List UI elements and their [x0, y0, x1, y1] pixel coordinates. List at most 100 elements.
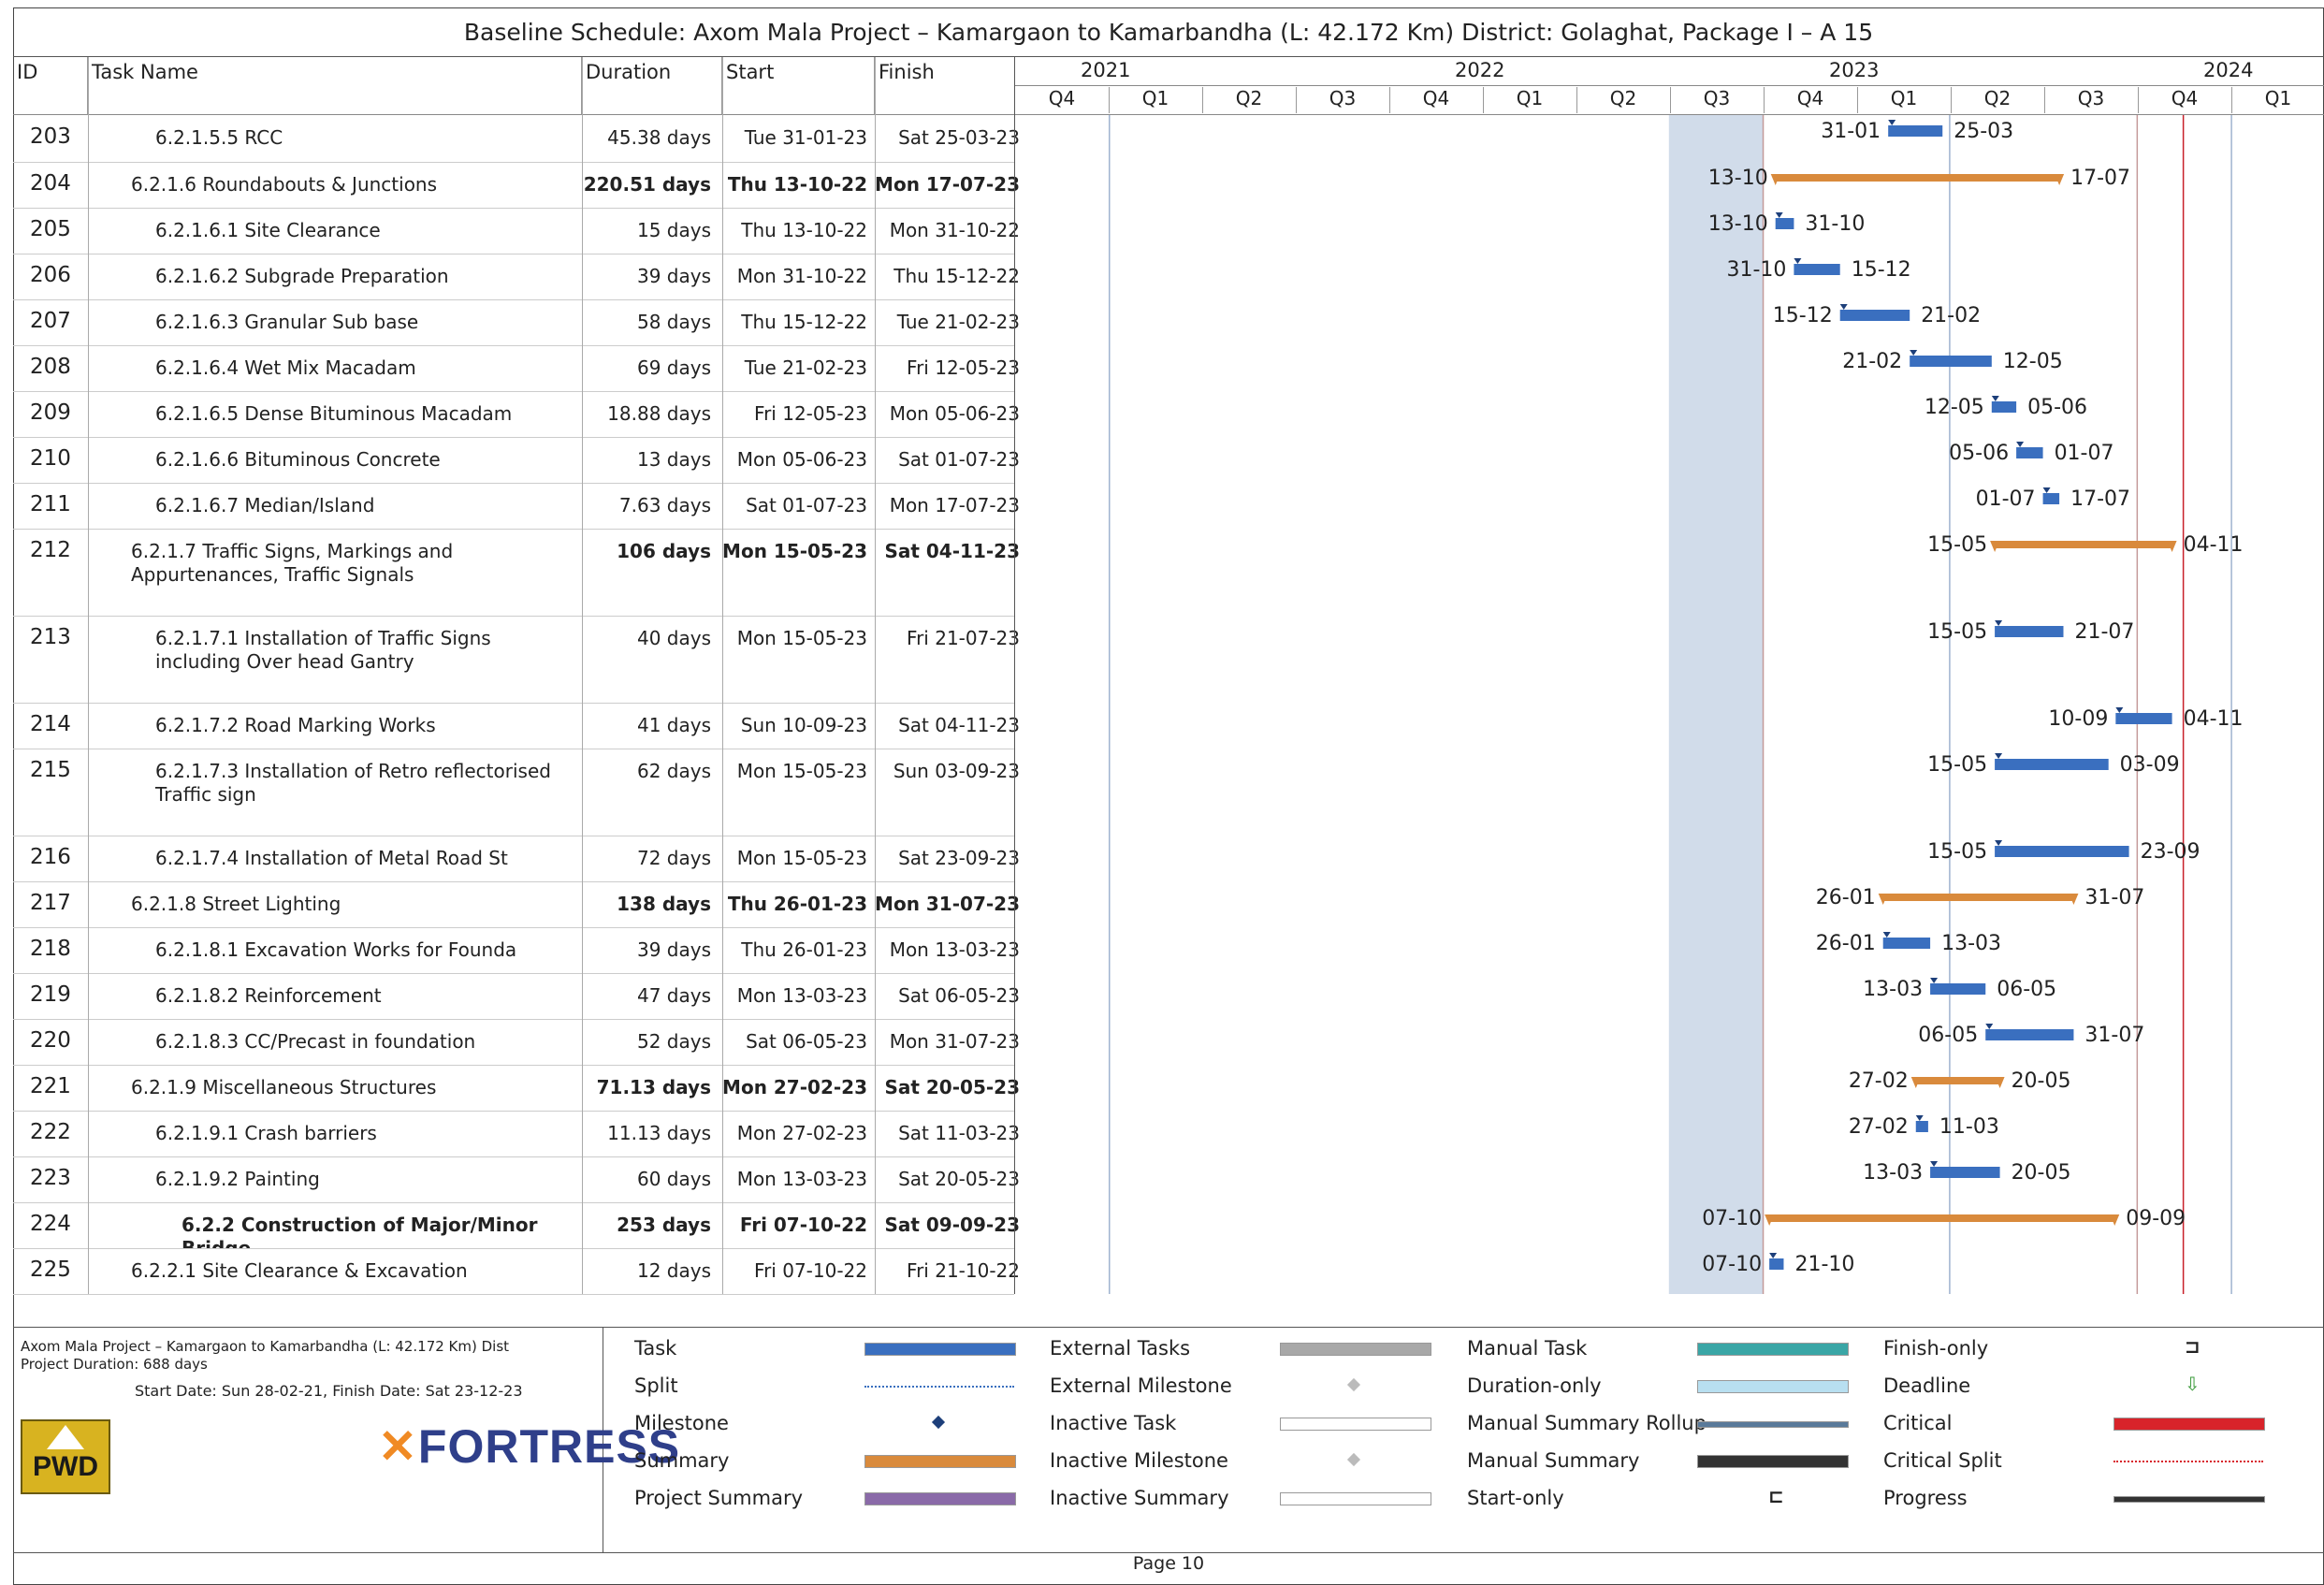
table-row[interactable]: 222 6.2.1.9.1 Crash barriers 11.13 days Mon… — [13, 1111, 1020, 1157]
bar-start-label: 13-03 — [1863, 1161, 1923, 1185]
legend-swatch-project-summary — [864, 1492, 1016, 1505]
task-start: Thu 13-10-22 — [727, 173, 867, 196]
legend-label: Milestone — [634, 1412, 729, 1434]
legend-label: Duration-only — [1467, 1374, 1602, 1397]
dependency-arrow — [1991, 396, 1999, 401]
column-header-start[interactable]: Start — [722, 57, 875, 115]
task-start: Thu 15-12-22 — [741, 311, 867, 333]
bar-finish-label: 17-07 — [2070, 487, 2130, 511]
task-duration: 52 days — [636, 1030, 711, 1053]
task-duration: 60 days — [636, 1168, 711, 1190]
task-bar — [1839, 310, 1910, 321]
task-finish: Mon 05-06-23 — [889, 402, 1020, 425]
legend-label: External Milestone — [1050, 1374, 1232, 1397]
pwd-logo-text: PWD — [33, 1451, 98, 1482]
bar-start-label: 15-05 — [1927, 620, 1987, 644]
project-info: Axom Mala Project – Kamargaon to Kamarba… — [13, 1328, 679, 1552]
column-header-duration[interactable]: Duration — [582, 57, 722, 115]
table-row[interactable]: 219 6.2.1.8.2 Reinforcement 47 days Mon 13-… — [13, 973, 1020, 1020]
legend-label: Project Summary — [634, 1487, 804, 1509]
table-row[interactable]: 221 6.2.1.9 Miscellaneous Structures 71.13… — [13, 1065, 1020, 1112]
task-name: 6.2.1.9.1 Crash barriers — [155, 1122, 377, 1144]
task-name: 6.2.1.6.2 Subgrade Preparation — [155, 265, 449, 287]
task-duration: 7.63 days — [618, 494, 711, 516]
table-row[interactable]: 215 6.2.1.7.3 Installation of Retro refle… — [13, 749, 1020, 836]
table-row[interactable]: 207 6.2.1.6.3 Granular Sub base 58 days Thu… — [13, 299, 1020, 346]
task-name: 6.2.1.6 Roundabouts & Junctions — [131, 173, 438, 196]
task-table: ID Task Name Duration Start Finish 203 6.… — [13, 57, 1020, 1295]
task-start: Sun 10-09-23 — [740, 714, 867, 736]
task-name: 6.2.2 Construction of Major/Minor Bridge — [182, 1214, 538, 1248]
project-dates: Start Date: Sun 28-02-21, Finish Date: S… — [135, 1382, 523, 1400]
table-row[interactable]: 208 6.2.1.6.4 Wet Mix Macadam 69 days Tue 2… — [13, 345, 1020, 392]
task-start: Mon 27-02-23 — [736, 1122, 867, 1144]
column-divider — [582, 57, 583, 1294]
dependency-arrow — [2115, 707, 2124, 713]
bar-start-label: 15-12 — [1773, 304, 1833, 327]
dependency-arrow — [1985, 1024, 1994, 1029]
task-duration: 12 days — [636, 1259, 711, 1282]
column-header-finish[interactable]: Finish — [875, 57, 1014, 115]
table-row[interactable]: 210 6.2.1.6.6 Bituminous Concrete 13 days M… — [13, 437, 1020, 484]
table-row[interactable]: 217 6.2.1.8 Street Lighting 138 days Thu 26… — [13, 881, 1020, 928]
table-row[interactable]: 204 6.2.1.6 Roundabouts & Junctions 220.51… — [13, 162, 1020, 209]
task-start: Mon 15-05-23 — [736, 760, 867, 782]
table-row[interactable]: 214 6.2.1.7.2 Road Marking Works 41 days Su… — [13, 703, 1020, 749]
task-start: Mon 13-03-23 — [736, 1168, 867, 1190]
task-id: 204 — [30, 171, 71, 196]
bar-finish-label: 21-07 — [2074, 620, 2134, 644]
task-duration: 220.51 days — [583, 173, 711, 196]
task-finish: Sat 25-03-23 — [898, 126, 1020, 149]
table-row[interactable]: 211 6.2.1.6.7 Median/Island 7.63 days Sat 0… — [13, 483, 1020, 530]
task-start: Mon 15-05-23 — [736, 627, 867, 649]
table-row[interactable]: 205 6.2.1.6.1 Site Clearance 15 days Thu 13… — [13, 208, 1020, 254]
task-finish: Fri 21-10-22 — [907, 1259, 1020, 1282]
legend-swatch-manual-summary — [1697, 1455, 1849, 1468]
task-finish: Sat 04-11-23 — [898, 714, 1020, 736]
task-bar — [1930, 983, 1986, 995]
bar-start-label: 31-10 — [1726, 258, 1786, 282]
table-row[interactable]: 213 6.2.1.7.1 Installation of Traffic Sig… — [13, 616, 1020, 704]
task-id: 216 — [30, 845, 71, 869]
table-row[interactable]: 203 6.2.1.5.5 RCC 45.38 days Tue 31-01-23 Sa… — [13, 115, 1020, 163]
table-row[interactable]: 223 6.2.1.9.2 Painting 60 days Mon 13-03-23… — [13, 1156, 1020, 1203]
bar-finish-label: 21-02 — [1921, 304, 1981, 327]
bar-finish-label: 04-11 — [2184, 533, 2244, 557]
table-row[interactable]: 224 6.2.2 Construction of Major/Minor Bri… — [13, 1202, 1020, 1249]
bar-start-label: 27-02 — [1849, 1115, 1909, 1139]
table-row[interactable]: 206 6.2.1.6.2 Subgrade Preparation 39 days… — [13, 254, 1020, 300]
legend-label: Inactive Summary — [1050, 1487, 1229, 1509]
legend-swatch-manual-task — [1697, 1343, 1849, 1356]
table-row[interactable]: 220 6.2.1.8.3 CC/Precast in foundation 52 … — [13, 1019, 1020, 1066]
bar-finish-label: 25-03 — [1954, 120, 2013, 143]
bar-finish-label: 31-07 — [2084, 886, 2144, 909]
task-finish: Tue 21-02-23 — [896, 311, 1020, 333]
task-bar — [2115, 713, 2172, 724]
table-row[interactable]: 216 6.2.1.7.4 Installation of Metal Road … — [13, 836, 1020, 882]
dependency-arrow — [1930, 978, 1939, 983]
column-header-id[interactable]: ID — [13, 57, 88, 115]
bar-start-label: 26-01 — [1816, 932, 1876, 955]
task-bar — [2042, 493, 2060, 504]
bar-finish-label: 11-03 — [1939, 1115, 1999, 1139]
task-start: Sat 01-07-23 — [746, 494, 867, 516]
task-id: 205 — [30, 217, 71, 241]
task-bar — [1915, 1121, 1928, 1132]
table-row[interactable]: 212 6.2.1.7 Traffic Signs, Markings and A… — [13, 529, 1020, 617]
pwd-emblem-icon — [47, 1425, 84, 1449]
gantt-chart: 2021 2022 2023 2024 Q4 Q1 Q2 Q3 Q4 Q1 Q2 Q3 Q4 Q1 Q2 Q3… — [1014, 57, 2324, 1294]
task-name: 6.2.1.8 Street Lighting — [131, 893, 341, 915]
task-duration: 41 days — [636, 714, 711, 736]
table-row[interactable]: 225 6.2.2.1 Site Clearance & Excavation 12… — [13, 1248, 1020, 1295]
table-row[interactable]: 209 6.2.1.6.5 Dense Bituminous Macadam 18.… — [13, 391, 1020, 438]
column-header-task-name[interactable]: Task Name — [88, 57, 582, 115]
summary-bar — [1775, 174, 2060, 182]
table-row[interactable]: 218 6.2.1.8.1 Excavation Works for Founda… — [13, 927, 1020, 974]
legend-swatch-task — [864, 1343, 1016, 1356]
task-id: 220 — [30, 1028, 71, 1053]
legend-swatch-inactive-summary — [1280, 1492, 1431, 1505]
task-finish: Mon 13-03-23 — [889, 938, 1020, 961]
task-id: 212 — [30, 538, 71, 562]
task-duration: 69 days — [636, 356, 711, 379]
bar-finish-label: 13-03 — [1941, 932, 2001, 955]
